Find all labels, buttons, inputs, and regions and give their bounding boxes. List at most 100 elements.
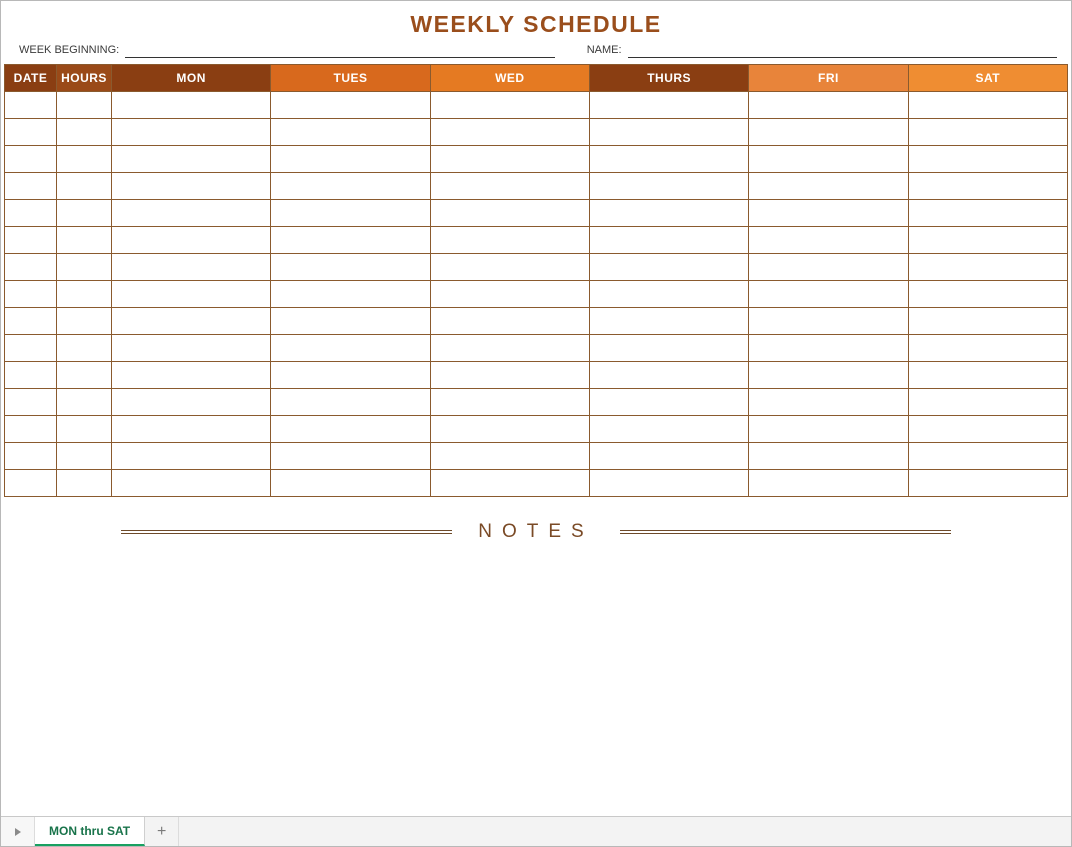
- table-cell[interactable]: [908, 173, 1067, 200]
- table-cell[interactable]: [749, 443, 908, 470]
- table-cell[interactable]: [5, 416, 57, 443]
- table-cell[interactable]: [57, 119, 112, 146]
- table-cell[interactable]: [112, 227, 271, 254]
- table-cell[interactable]: [749, 227, 908, 254]
- table-cell[interactable]: [57, 92, 112, 119]
- table-cell[interactable]: [271, 254, 430, 281]
- table-cell[interactable]: [112, 335, 271, 362]
- table-cell[interactable]: [589, 470, 748, 497]
- table-cell[interactable]: [749, 92, 908, 119]
- sheet-nav-right-icon[interactable]: [1, 817, 35, 846]
- table-cell[interactable]: [112, 119, 271, 146]
- table-cell[interactable]: [430, 389, 589, 416]
- table-cell[interactable]: [589, 443, 748, 470]
- table-cell[interactable]: [57, 308, 112, 335]
- table-cell[interactable]: [589, 146, 748, 173]
- table-cell[interactable]: [749, 362, 908, 389]
- name-input[interactable]: [628, 44, 1057, 58]
- table-cell[interactable]: [5, 173, 57, 200]
- table-cell[interactable]: [589, 173, 748, 200]
- table-cell[interactable]: [271, 173, 430, 200]
- table-cell[interactable]: [430, 470, 589, 497]
- table-cell[interactable]: [749, 335, 908, 362]
- table-cell[interactable]: [271, 335, 430, 362]
- table-cell[interactable]: [5, 281, 57, 308]
- table-cell[interactable]: [589, 389, 748, 416]
- table-cell[interactable]: [908, 335, 1067, 362]
- table-cell[interactable]: [908, 119, 1067, 146]
- table-cell[interactable]: [430, 281, 589, 308]
- table-cell[interactable]: [589, 227, 748, 254]
- table-cell[interactable]: [271, 443, 430, 470]
- table-cell[interactable]: [749, 389, 908, 416]
- table-cell[interactable]: [112, 362, 271, 389]
- table-cell[interactable]: [271, 119, 430, 146]
- table-cell[interactable]: [5, 227, 57, 254]
- table-cell[interactable]: [271, 281, 430, 308]
- table-cell[interactable]: [5, 362, 57, 389]
- table-cell[interactable]: [5, 92, 57, 119]
- table-cell[interactable]: [589, 335, 748, 362]
- table-cell[interactable]: [589, 416, 748, 443]
- sheet-tab-active[interactable]: MON thru SAT: [35, 817, 145, 846]
- table-cell[interactable]: [749, 173, 908, 200]
- table-cell[interactable]: [749, 281, 908, 308]
- table-cell[interactable]: [5, 254, 57, 281]
- table-cell[interactable]: [430, 200, 589, 227]
- table-cell[interactable]: [57, 200, 112, 227]
- table-cell[interactable]: [749, 146, 908, 173]
- table-cell[interactable]: [5, 335, 57, 362]
- table-cell[interactable]: [57, 173, 112, 200]
- table-cell[interactable]: [589, 200, 748, 227]
- table-cell[interactable]: [112, 443, 271, 470]
- table-cell[interactable]: [112, 281, 271, 308]
- table-cell[interactable]: [908, 281, 1067, 308]
- table-cell[interactable]: [749, 416, 908, 443]
- table-cell[interactable]: [271, 416, 430, 443]
- table-cell[interactable]: [430, 335, 589, 362]
- table-cell[interactable]: [430, 416, 589, 443]
- table-cell[interactable]: [112, 470, 271, 497]
- table-cell[interactable]: [5, 119, 57, 146]
- table-cell[interactable]: [589, 254, 748, 281]
- table-cell[interactable]: [908, 389, 1067, 416]
- table-cell[interactable]: [908, 362, 1067, 389]
- table-cell[interactable]: [908, 146, 1067, 173]
- table-cell[interactable]: [57, 335, 112, 362]
- table-cell[interactable]: [57, 443, 112, 470]
- table-cell[interactable]: [908, 254, 1067, 281]
- table-cell[interactable]: [749, 200, 908, 227]
- table-cell[interactable]: [908, 308, 1067, 335]
- table-cell[interactable]: [430, 146, 589, 173]
- table-cell[interactable]: [271, 308, 430, 335]
- table-cell[interactable]: [589, 362, 748, 389]
- week-beginning-input[interactable]: [125, 44, 554, 58]
- table-cell[interactable]: [749, 308, 908, 335]
- table-cell[interactable]: [271, 362, 430, 389]
- table-cell[interactable]: [112, 200, 271, 227]
- table-cell[interactable]: [5, 200, 57, 227]
- table-cell[interactable]: [430, 308, 589, 335]
- table-cell[interactable]: [589, 119, 748, 146]
- table-cell[interactable]: [589, 281, 748, 308]
- table-cell[interactable]: [112, 308, 271, 335]
- table-cell[interactable]: [5, 470, 57, 497]
- table-cell[interactable]: [57, 254, 112, 281]
- table-cell[interactable]: [112, 389, 271, 416]
- table-cell[interactable]: [749, 470, 908, 497]
- table-cell[interactable]: [430, 92, 589, 119]
- table-cell[interactable]: [908, 443, 1067, 470]
- table-cell[interactable]: [271, 389, 430, 416]
- table-cell[interactable]: [271, 470, 430, 497]
- table-cell[interactable]: [908, 200, 1067, 227]
- table-cell[interactable]: [271, 200, 430, 227]
- table-cell[interactable]: [908, 470, 1067, 497]
- table-cell[interactable]: [57, 281, 112, 308]
- table-cell[interactable]: [5, 389, 57, 416]
- table-cell[interactable]: [430, 173, 589, 200]
- table-cell[interactable]: [430, 119, 589, 146]
- table-cell[interactable]: [589, 92, 748, 119]
- add-sheet-button[interactable]: +: [145, 817, 179, 846]
- table-cell[interactable]: [5, 443, 57, 470]
- table-cell[interactable]: [430, 362, 589, 389]
